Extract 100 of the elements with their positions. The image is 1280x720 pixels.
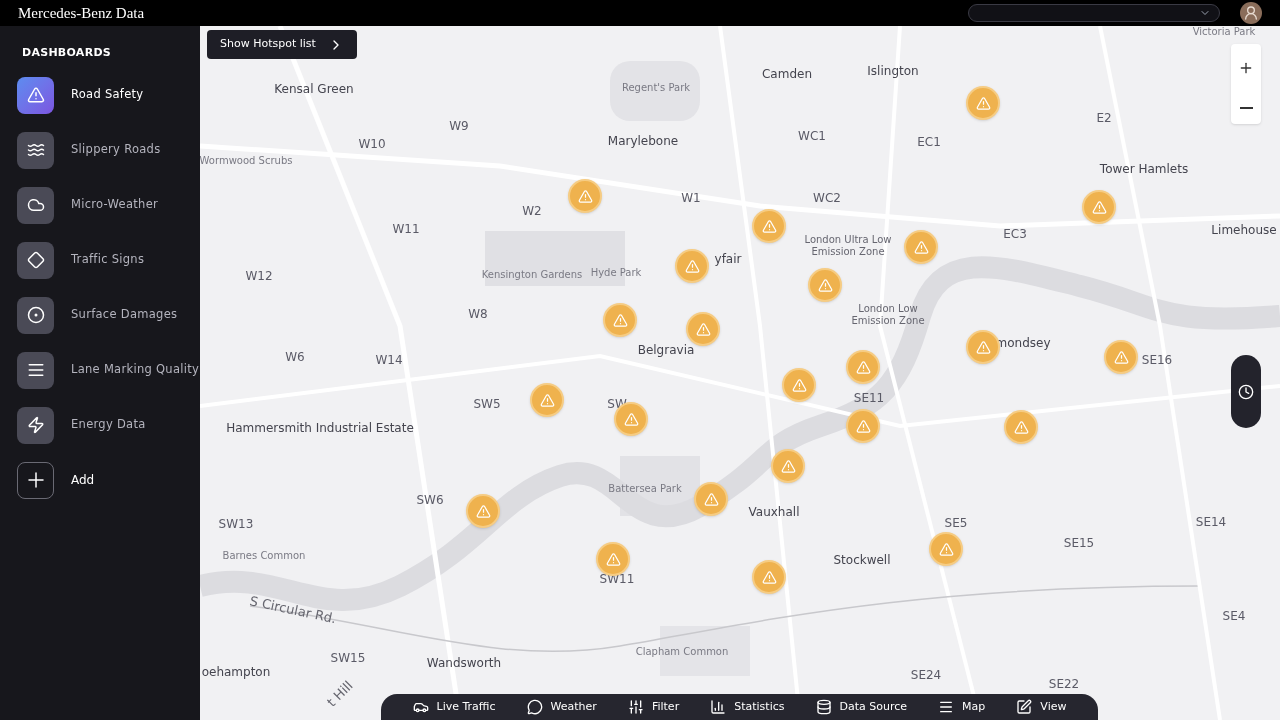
map-label: SW6 bbox=[416, 492, 444, 509]
map-label: WC1 bbox=[798, 128, 826, 145]
map-label: mondsey bbox=[995, 335, 1051, 352]
map-label: S Circular Rd. bbox=[247, 592, 339, 629]
map-label: Barnes Common bbox=[222, 548, 306, 563]
warning-icon bbox=[780, 458, 796, 474]
slippery-icon bbox=[26, 141, 45, 159]
map-label: Kensal Green bbox=[274, 81, 354, 98]
energy-icon bbox=[26, 416, 45, 434]
map-label: t Hill bbox=[322, 676, 357, 712]
warning-icon bbox=[1013, 419, 1029, 435]
toolbar-button[interactable]: Filter bbox=[627, 698, 680, 716]
warning-icon bbox=[684, 258, 700, 274]
map-label: Kensington Gardens bbox=[481, 267, 583, 282]
map-label: EC1 bbox=[917, 134, 941, 151]
toolbar-button[interactable]: Data Source bbox=[815, 698, 908, 716]
warning-icon bbox=[695, 321, 711, 337]
app-title: Mercedes-Benz Data bbox=[18, 5, 145, 21]
map-label: SW13 bbox=[218, 516, 254, 533]
map-label: Wandsworth bbox=[426, 655, 502, 672]
dashboard-item[interactable]: Micro-Weather bbox=[17, 186, 200, 224]
map-label: SE14 bbox=[1195, 514, 1227, 531]
warning-icon bbox=[539, 392, 555, 408]
warning-icon bbox=[791, 377, 807, 393]
toolbar-button[interactable]: Statistics bbox=[710, 698, 785, 716]
map-label: W11 bbox=[392, 221, 420, 238]
map-label: Wormwood Scrubs bbox=[200, 153, 293, 168]
map-label: SE24 bbox=[910, 667, 942, 684]
map-label: Islington bbox=[867, 63, 919, 80]
map-label: W10 bbox=[358, 136, 386, 153]
sidebar-heading: DASHBOARDS bbox=[22, 45, 112, 61]
warning-icon bbox=[703, 491, 719, 507]
map-label: W1 bbox=[681, 190, 701, 207]
sign-icon bbox=[26, 251, 45, 269]
map-label: yfair bbox=[714, 251, 742, 268]
map-label: E2 bbox=[1096, 110, 1112, 127]
map-label: SE11 bbox=[853, 390, 885, 407]
map-label: SE16 bbox=[1141, 352, 1173, 369]
map-label: W8 bbox=[468, 306, 488, 323]
map-label: Vauxhall bbox=[748, 504, 800, 521]
map-label: Belgravia bbox=[637, 342, 695, 359]
warning-icon bbox=[1091, 199, 1107, 215]
map-label: Clapham Common bbox=[635, 644, 729, 659]
map-label: Regent's Park bbox=[621, 80, 691, 95]
map-label: Limehouse bbox=[1211, 222, 1277, 239]
dashboard-item[interactable]: Traffic Signs bbox=[17, 241, 200, 279]
map-label: Tower Hamlets bbox=[1099, 161, 1189, 178]
warning-icon bbox=[855, 359, 871, 375]
map-label: SW15 bbox=[330, 650, 366, 667]
map-label: SE5 bbox=[944, 515, 968, 532]
warning-icon bbox=[938, 541, 954, 557]
dashboard-item[interactable]: Slippery Roads bbox=[17, 131, 200, 169]
warning-icon bbox=[612, 312, 628, 328]
map-label: W2 bbox=[522, 203, 542, 220]
map-label: Marylebone bbox=[607, 133, 679, 150]
warning-icon bbox=[761, 569, 777, 585]
warning-icon bbox=[1113, 349, 1129, 365]
user-icon bbox=[1243, 5, 1259, 21]
toolbar-button[interactable]: Weather bbox=[526, 698, 597, 716]
map-label: Hammersmith Industrial Estate bbox=[226, 420, 414, 437]
map-label: Camden bbox=[762, 66, 812, 83]
clock-icon bbox=[1238, 383, 1254, 400]
filter-icon bbox=[627, 699, 644, 715]
map-label: Victoria Park bbox=[1192, 26, 1256, 39]
map-drawing[interactable] bbox=[200, 26, 1280, 720]
show-hotspot-list-button[interactable]: Show Hotspot list bbox=[207, 30, 357, 59]
map-label: W12 bbox=[245, 268, 273, 285]
map-label: oehampton bbox=[201, 664, 271, 681]
avatar[interactable] bbox=[1240, 2, 1262, 24]
dashboard-item[interactable]: Energy Data bbox=[17, 406, 200, 444]
view-icon bbox=[1016, 699, 1033, 715]
warning-icon bbox=[855, 418, 871, 434]
map-label: SE15 bbox=[1063, 535, 1095, 552]
map-label: Stockwell bbox=[833, 552, 891, 569]
warning-icon bbox=[761, 218, 777, 234]
data-icon bbox=[815, 699, 832, 715]
history-button[interactable] bbox=[1231, 355, 1261, 428]
map-label: W6 bbox=[285, 349, 305, 366]
dashboard-item[interactable]: Lane Marking Quality bbox=[17, 351, 200, 389]
warning-icon bbox=[975, 95, 991, 111]
map-label: W14 bbox=[375, 352, 403, 369]
warning-icon bbox=[817, 277, 833, 293]
warning-icon bbox=[26, 86, 45, 104]
add-dashboard-item[interactable]: Add bbox=[17, 461, 200, 499]
dashboard-item[interactable]: Road Safety bbox=[17, 76, 200, 114]
map-label: Hyde Park bbox=[590, 265, 642, 280]
map-label: WC2 bbox=[813, 190, 841, 207]
zoom-out-button[interactable] bbox=[1239, 106, 1253, 109]
map-label: SE4 bbox=[1222, 608, 1246, 625]
map-label: Battersea Park bbox=[608, 481, 682, 496]
warning-icon bbox=[475, 503, 491, 519]
warning-icon bbox=[577, 188, 593, 204]
map-label: London Ultra Low Emission Zone bbox=[803, 234, 893, 258]
map-label: SW5 bbox=[473, 396, 501, 413]
toolbar-button[interactable]: Live Traffic bbox=[412, 698, 496, 716]
dashboard-item[interactable]: Surface Damages bbox=[17, 296, 200, 334]
search-field[interactable] bbox=[968, 4, 1220, 22]
map-label: EC3 bbox=[1003, 226, 1027, 243]
toolbar-button[interactable]: View bbox=[1016, 698, 1067, 716]
toolbar-button[interactable]: Map bbox=[938, 698, 986, 716]
